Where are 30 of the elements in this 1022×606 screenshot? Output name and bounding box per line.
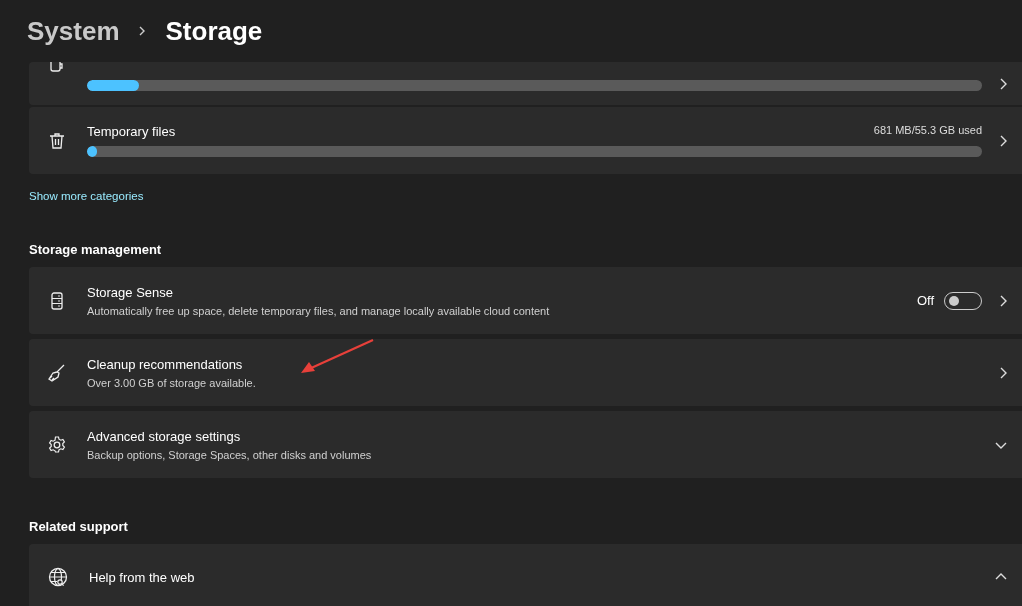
settings-card[interactable]: Advanced storage settings Backup options, Storage Spaces, other disks and volumes <box>29 411 1022 478</box>
setting-title: Storage Sense <box>87 284 174 300</box>
chevron-right-icon <box>998 365 1008 380</box>
chevron-right-icon <box>998 133 1008 148</box>
breadcrumb-parent[interactable]: System <box>27 15 120 47</box>
trash-icon <box>47 130 67 151</box>
section-heading: Related support <box>29 519 129 534</box>
globe-icon <box>47 566 69 588</box>
toggle-state-label: Off <box>916 293 934 308</box>
setting-description: Automatically free up space, delete temporary files, and manage locally available cloud content <box>87 304 551 317</box>
chevron-right-icon <box>137 25 146 37</box>
settings-card[interactable]: Cleanup recommendations Over 3.00 GB of storage available. <box>29 339 1022 406</box>
section-heading: Storage management <box>29 242 163 257</box>
gear-icon <box>47 434 67 455</box>
chevron-up-icon[interactable] <box>994 572 1008 582</box>
setting-title: Help from the web <box>89 569 196 585</box>
setting-description: Backup options, Storage Spaces, other disks and volumes <box>87 448 373 461</box>
setting-title: Advanced storage settings <box>87 428 242 444</box>
setting-description: Over 3.00 GB of storage available. <box>87 376 257 389</box>
category-name: Temporary files <box>87 124 176 139</box>
settings-card[interactable]: Storage Sense Automatically free up space, delete temporary files, and manage locally available cloud content Off <box>29 267 1022 334</box>
chevron-right-icon <box>998 293 1008 308</box>
settings-card[interactable]: Help from the web <box>29 544 1022 606</box>
setting-title: Cleanup recommendations <box>87 356 244 372</box>
show-more-link[interactable]: Show more categories <box>29 190 1022 206</box>
usage-text: 681 MB/55.3 GB used <box>873 124 982 138</box>
chevron-right-icon <box>998 76 1008 91</box>
broom-icon <box>47 362 67 383</box>
category-card[interactable]: Temporary files 681 MB/55.3 GB used <box>29 107 1022 174</box>
page-title: Storage <box>165 15 263 47</box>
